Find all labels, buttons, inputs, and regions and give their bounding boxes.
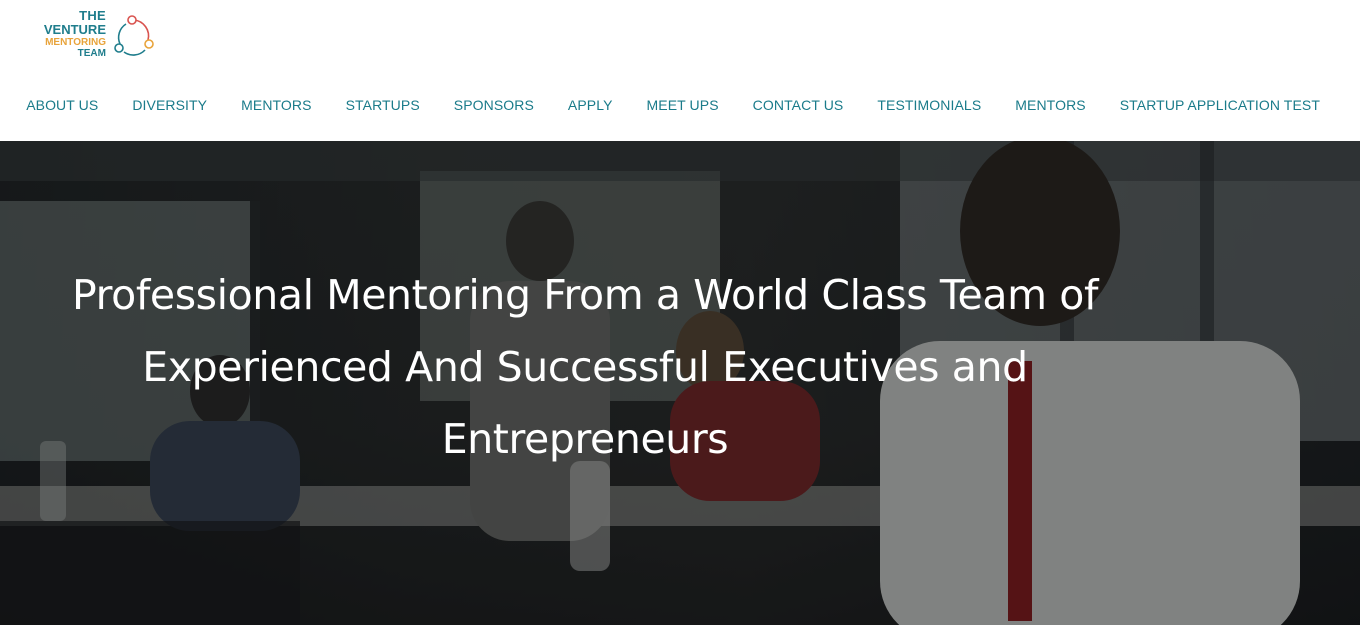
nav-testimonials[interactable]: TESTIMONIALS [877, 97, 981, 113]
logo-wordmark: THE VENTURE MENTORING TEAM [38, 8, 106, 59]
nav-mentors-2[interactable]: MENTORS [1015, 97, 1085, 113]
nav-mentors[interactable]: MENTORS [241, 97, 311, 113]
site-logo[interactable]: THE VENTURE MENTORING TEAM [38, 8, 158, 64]
logo-line-team: TEAM [77, 48, 106, 59]
logo-line-mentoring: MENTORING [45, 37, 106, 48]
nav-startups[interactable]: STARTUPS [346, 97, 420, 113]
logo-line-the: THE [79, 8, 106, 23]
nav-diversity[interactable]: DIVERSITY [132, 97, 207, 113]
nav-about-us[interactable]: ABOUT US [26, 97, 98, 113]
nav-apply[interactable]: APPLY [568, 97, 613, 113]
logo-line-venture: VENTURE [43, 22, 106, 37]
site-header: THE VENTURE MENTORING TEAM ABOUT US DIVE… [0, 0, 1360, 141]
nav-startup-application-test[interactable]: STARTUP APPLICATION TEST [1120, 97, 1320, 113]
logo-circles-icon [114, 15, 154, 56]
nav-meet-ups[interactable]: MEET UPS [647, 97, 719, 113]
nav-contact-us[interactable]: CONTACT US [753, 97, 844, 113]
hero-headline: Professional Mentoring From a World Clas… [72, 271, 1098, 463]
hero-banner: Professional Mentoring From a World Clas… [0, 141, 1360, 625]
nav-sponsors[interactable]: SPONSORS [454, 97, 534, 113]
main-navigation: ABOUT US DIVERSITY MENTORS STARTUPS SPON… [0, 90, 1360, 120]
